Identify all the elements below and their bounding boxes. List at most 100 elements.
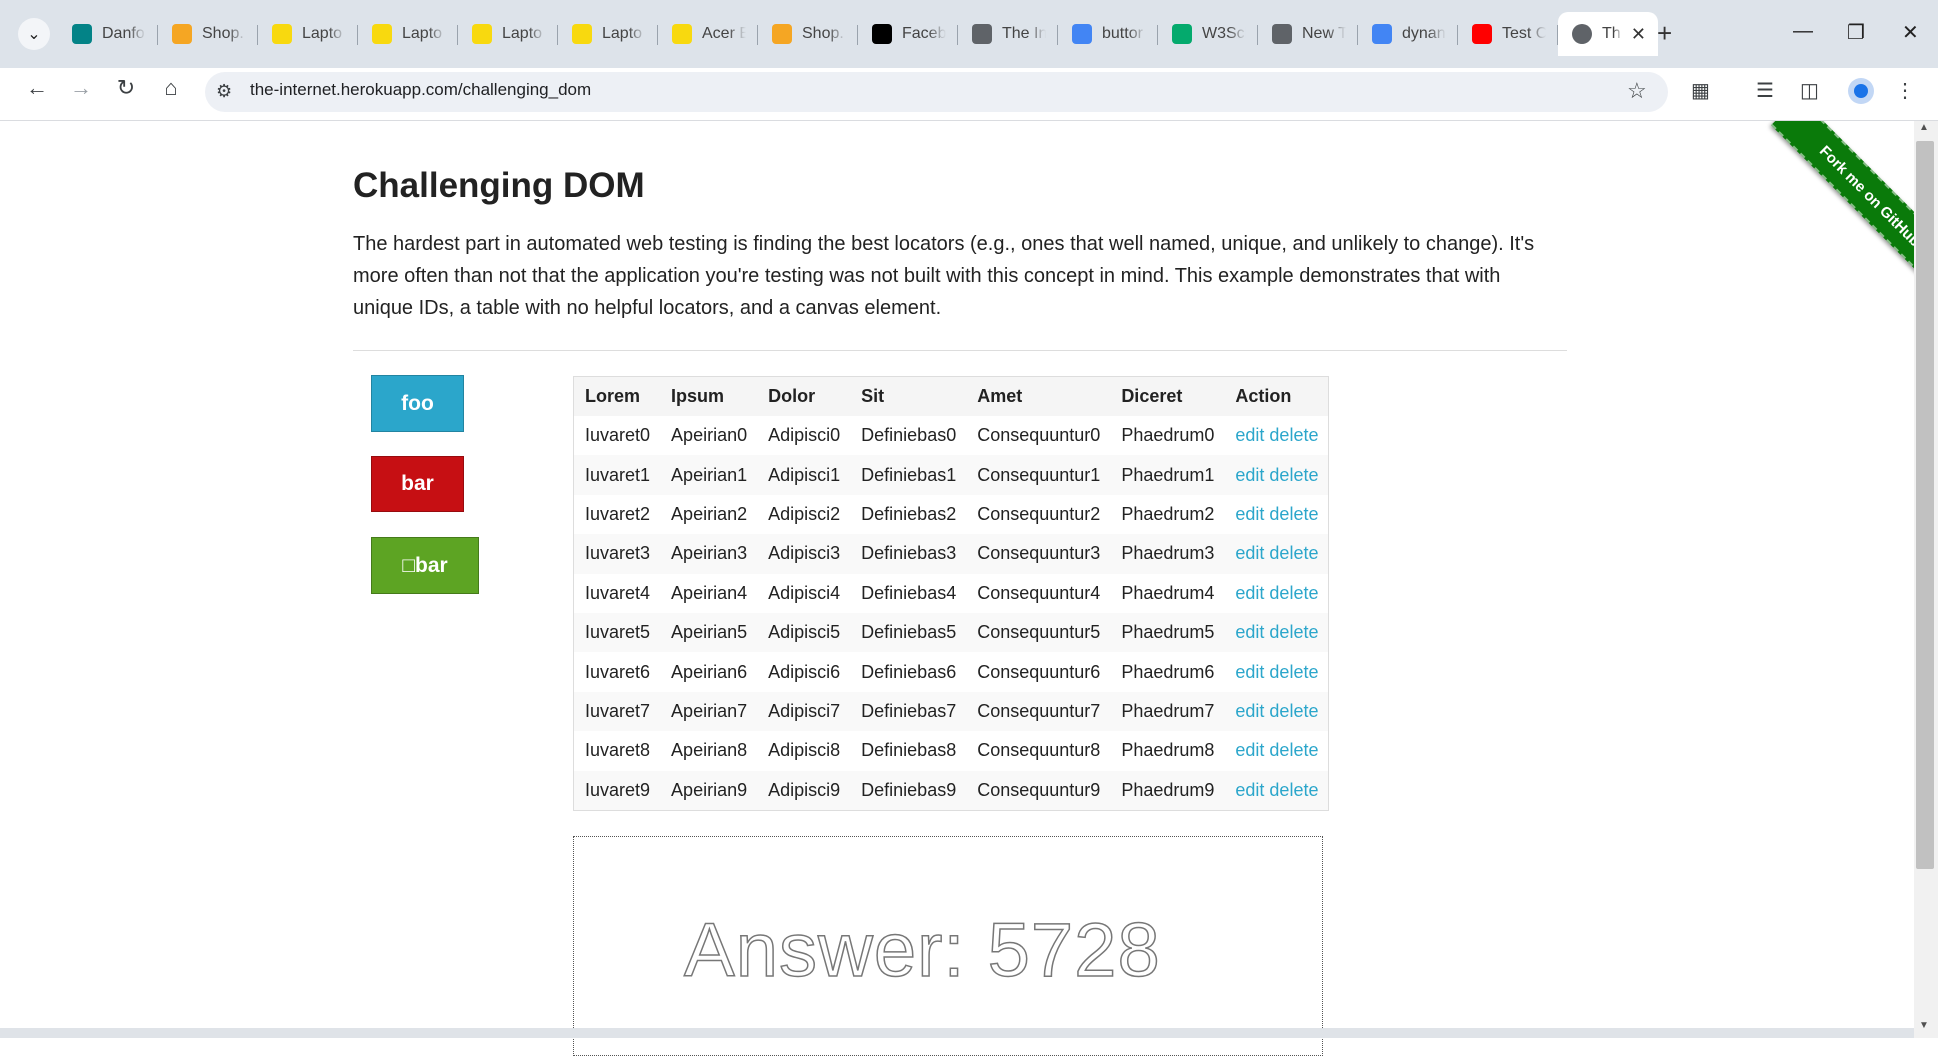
edit-link[interactable]: edit — [1235, 543, 1264, 563]
extensions-icon[interactable]: ▦ — [1691, 78, 1710, 103]
browser-tab[interactable]: Shop. — [758, 12, 858, 56]
table-cell: Definiebas6 — [861, 661, 957, 682]
site-settings-icon[interactable]: ⚙ — [216, 81, 232, 102]
forward-button[interactable]: → — [65, 72, 97, 104]
browser-tab[interactable]: dynan — [1358, 12, 1458, 56]
reload-button[interactable]: ↻ — [110, 72, 142, 104]
table-cell: Adipisci0 — [768, 425, 841, 446]
edit-link[interactable]: edit — [1235, 780, 1264, 800]
chrome-icon — [1272, 24, 1292, 44]
browser-tab[interactable]: Shop. — [158, 12, 258, 56]
delete-link[interactable]: delete — [1269, 622, 1318, 642]
browser-tab[interactable]: Lapto — [558, 12, 658, 56]
browser-tab[interactable]: Lapto — [258, 12, 358, 56]
table-cell: Apeirian0 — [671, 425, 748, 446]
table-cell: Apeirian4 — [671, 582, 748, 603]
browser-tab[interactable]: Test C — [1458, 12, 1558, 56]
edit-link[interactable]: edit — [1235, 740, 1264, 760]
table-cell: Definiebas4 — [861, 582, 957, 603]
browser-tab[interactable]: Lapto — [458, 12, 558, 56]
side-panel-icon[interactable]: ◫ — [1800, 78, 1819, 103]
tab-label: New T — [1302, 25, 1346, 42]
table-cell: Consequuntur0 — [977, 425, 1101, 446]
restore-icon: ❐ — [1847, 22, 1865, 44]
delete-link[interactable]: delete — [1269, 701, 1318, 721]
browser-tab[interactable]: buttor — [1058, 12, 1158, 56]
table-cell: Iuvaret5 — [573, 612, 661, 653]
back-button[interactable]: ← — [21, 72, 53, 104]
tab-label: Acer E — [702, 25, 746, 42]
restore-button[interactable]: ❐ — [1847, 20, 1865, 45]
fork-me-on-github-link[interactable]: Fork me on GitHub — [1771, 121, 1914, 291]
fork-ribbon-container: Fork me on GitHub — [1730, 121, 1914, 291]
browser-tab[interactable]: The In — [958, 12, 1058, 56]
scroll-down-arrow-icon[interactable]: ▼ — [1919, 1020, 1929, 1031]
bar-alert-button[interactable]: bar — [371, 456, 464, 512]
delete-link[interactable]: delete — [1269, 543, 1318, 563]
edit-link[interactable]: edit — [1235, 583, 1264, 603]
tab-list: Danfo Shop. Lapto Lapto Lapto Lapto Acer E Shop… — [58, 12, 1658, 56]
close-tab-icon[interactable]: ✕ — [1631, 24, 1646, 45]
profile-avatar[interactable] — [1848, 78, 1874, 104]
edit-link[interactable]: edit — [1235, 701, 1264, 721]
table-cell: Adipisci7 — [757, 691, 851, 732]
delete-link[interactable]: delete — [1269, 504, 1318, 524]
table-row: Iuvaret4 Apeirian4 Adipisci4 Definiebas4 Con… — [574, 574, 1329, 613]
action-cell: edit delete — [1224, 534, 1329, 574]
delete-link[interactable]: delete — [1269, 465, 1318, 485]
edit-link[interactable]: edit — [1235, 425, 1264, 445]
page-title: Challenging DOM — [353, 166, 645, 205]
new-tab-button[interactable]: + — [1657, 18, 1672, 48]
close-window-button[interactable]: ✕ — [1902, 20, 1919, 45]
edit-link[interactable]: edit — [1235, 465, 1264, 485]
action-cell: edit delete — [1224, 612, 1329, 653]
tab-search-button[interactable]: ⌄ — [18, 18, 50, 50]
delete-link[interactable]: delete — [1269, 780, 1318, 800]
scrollbar-thumb[interactable] — [1916, 141, 1934, 869]
browser-tab[interactable]: New T — [1258, 12, 1358, 56]
baz-success-button[interactable]: □bar — [371, 537, 479, 594]
browser-tab[interactable]: Lapto — [358, 12, 458, 56]
flipkart-icon — [272, 24, 292, 44]
table-row: Iuvaret8 Apeirian8 Adipisci8 Definiebas8 Con… — [574, 731, 1329, 770]
column-header: Sit — [850, 376, 967, 416]
column-header: Amet — [966, 376, 1111, 416]
home-button[interactable]: ⌂ — [155, 72, 187, 104]
globe-icon — [972, 24, 992, 44]
table-cell: Definiebas1 — [850, 455, 967, 495]
table-cell: Consequuntur9 — [966, 770, 1111, 811]
browser-tab[interactable]: Acer E — [658, 12, 758, 56]
edit-link[interactable]: edit — [1235, 622, 1264, 642]
minimize-button[interactable]: — — [1793, 20, 1813, 43]
delete-link[interactable]: delete — [1269, 425, 1318, 445]
browser-tab[interactable]: Danfo — [58, 12, 158, 56]
delete-link[interactable]: delete — [1269, 662, 1318, 682]
browser-tab[interactable]: Faceb — [858, 12, 958, 56]
table-cell: Definiebas5 — [850, 612, 967, 653]
table-cell: Phaedrum9 — [1110, 770, 1225, 811]
edit-link[interactable]: edit — [1235, 504, 1264, 524]
delete-link[interactable]: delete — [1269, 583, 1318, 603]
foo-button[interactable]: foo — [371, 375, 464, 432]
menu-kebab-icon[interactable]: ⋮ — [1895, 78, 1915, 103]
action-cell: edit delete — [1224, 770, 1329, 811]
sharepoint-icon — [72, 24, 92, 44]
column-header: Action — [1224, 376, 1329, 416]
table-cell: Definiebas2 — [861, 503, 957, 524]
user-icon — [1854, 84, 1868, 98]
active-browser-tab[interactable]: Th ✕ — [1558, 12, 1658, 56]
table-cell: Phaedrum8 — [1121, 740, 1215, 761]
table-cell: Iuvaret1 — [573, 455, 661, 495]
table-cell: Iuvaret0 — [585, 425, 651, 446]
scroll-up-arrow-icon[interactable]: ▲ — [1919, 122, 1929, 133]
edit-link[interactable]: edit — [1235, 662, 1264, 682]
delete-link[interactable]: delete — [1269, 740, 1318, 760]
shopify-pie-icon — [772, 24, 792, 44]
browser-tab[interactable]: W3Sch — [1158, 12, 1258, 56]
table-cell: Phaedrum6 — [1121, 661, 1215, 682]
answer-canvas: Answer: 5728 — [573, 836, 1323, 1056]
url-text[interactable]: the-internet.herokuapp.com/challenging_d… — [250, 80, 591, 100]
w3schools-icon — [1172, 24, 1192, 44]
media-controls-icon[interactable]: ☰ — [1756, 78, 1774, 103]
bookmark-star-icon[interactable]: ☆ — [1627, 78, 1647, 104]
